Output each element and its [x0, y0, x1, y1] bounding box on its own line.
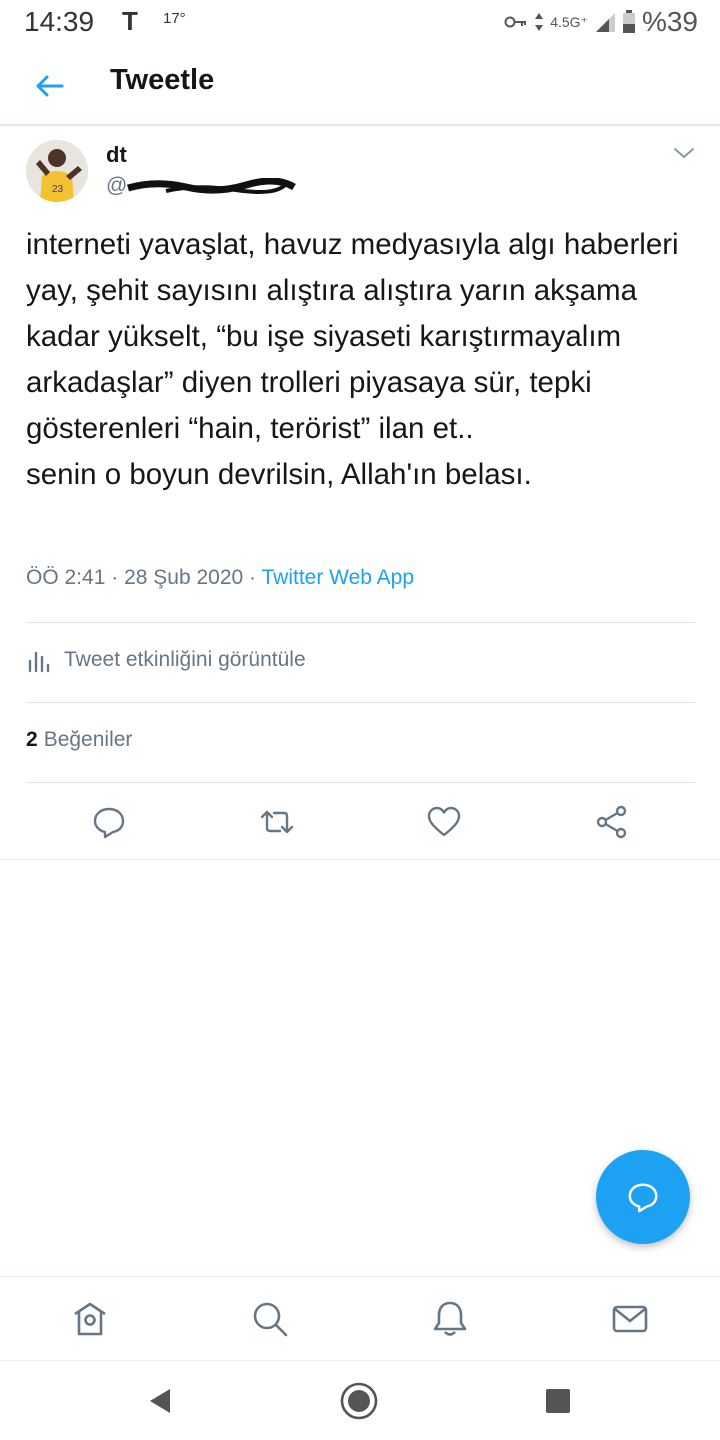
svg-text:23: 23 [52, 184, 64, 195]
tweet-activity-row[interactable]: Tweet etkinliğini görüntüle [26, 640, 306, 680]
like-button[interactable] [426, 804, 462, 840]
analytics-icon [28, 651, 50, 673]
tweet-menu-button[interactable] [670, 142, 698, 164]
tweet-time: ÖÖ 2:41 [26, 566, 106, 589]
like-icon [427, 806, 461, 837]
tweet-activity-label: Tweet etkinliğini görüntüle [64, 648, 306, 671]
data-arrows-icon [535, 13, 544, 31]
share-icon [596, 805, 627, 839]
divider [26, 702, 696, 703]
back-button[interactable] [30, 66, 70, 106]
meta-separator-2: · [249, 566, 257, 589]
redaction-scribble [127, 178, 296, 194]
tweet-text: interneti yavaşlat, havuz medyasıyla alg… [26, 228, 679, 491]
triangle-back-icon [150, 1389, 170, 1413]
page-title: Tweetle [110, 64, 215, 96]
reply-button[interactable] [91, 804, 127, 840]
divider [26, 622, 696, 623]
status-bar: 14:39 T 17° 4.5G⁺ %39 [0, 0, 720, 46]
status-right: 4.5G⁺ %39 [504, 6, 698, 38]
top-app-bar: Tweetle [0, 46, 720, 126]
carrier-icon: T [122, 6, 138, 36]
system-recents-button[interactable] [538, 1381, 578, 1421]
avatar-image-icon: 23 [26, 140, 88, 202]
square-recents-icon [546, 1389, 570, 1413]
network-type: 4.5G⁺ [550, 13, 588, 30]
temperature: 17° [163, 10, 186, 27]
meta-separator: · [111, 566, 119, 589]
chevron-down-icon [674, 148, 694, 159]
tweet-date: 28 Şub 2020 [124, 566, 244, 589]
likes-count: 2 [26, 728, 38, 751]
new-reply-fab[interactable] [596, 1150, 690, 1244]
reply-icon [93, 807, 125, 839]
handle-prefix: @ [106, 174, 128, 197]
share-button[interactable] [594, 804, 630, 840]
author-name[interactable]: dt [106, 142, 127, 168]
likes-label: Beğeniler [43, 728, 133, 751]
nav-home[interactable] [70, 1299, 110, 1339]
likes-row[interactable]: 2 Beğeniler [26, 728, 132, 752]
messages-icon [612, 1305, 648, 1333]
home-icon [74, 1302, 106, 1336]
system-back-button[interactable] [140, 1381, 180, 1421]
retweet-icon [260, 810, 294, 834]
search-icon [253, 1302, 288, 1337]
nav-messages[interactable] [610, 1299, 650, 1339]
author-handle[interactable]: @ [106, 174, 296, 204]
divider [0, 859, 720, 860]
system-home-button[interactable] [339, 1381, 379, 1421]
tweet-meta: ÖÖ 2:41 · 28 Şub 2020 · Twitter Web App [26, 566, 414, 590]
bottom-navigation [0, 1276, 720, 1360]
retweet-button[interactable] [259, 804, 295, 840]
divider [26, 782, 696, 783]
nav-notifications[interactable] [430, 1299, 470, 1339]
tweet-source-link[interactable]: Twitter Web App [262, 566, 415, 589]
notifications-icon [433, 1301, 467, 1336]
system-navigation [0, 1360, 720, 1440]
signal-icon [595, 13, 615, 32]
compose-reply-icon [628, 1183, 658, 1213]
battery-icon [622, 10, 635, 33]
tweet-actions [0, 800, 720, 844]
arrow-left-icon [36, 75, 64, 97]
vpn-key-icon [504, 16, 527, 28]
nav-search[interactable] [250, 1299, 290, 1339]
circle-home-icon [340, 1382, 378, 1420]
battery-percent: %39 [641, 6, 698, 37]
avatar[interactable]: 23 [26, 140, 88, 202]
status-time: 14:39 [24, 6, 95, 37]
